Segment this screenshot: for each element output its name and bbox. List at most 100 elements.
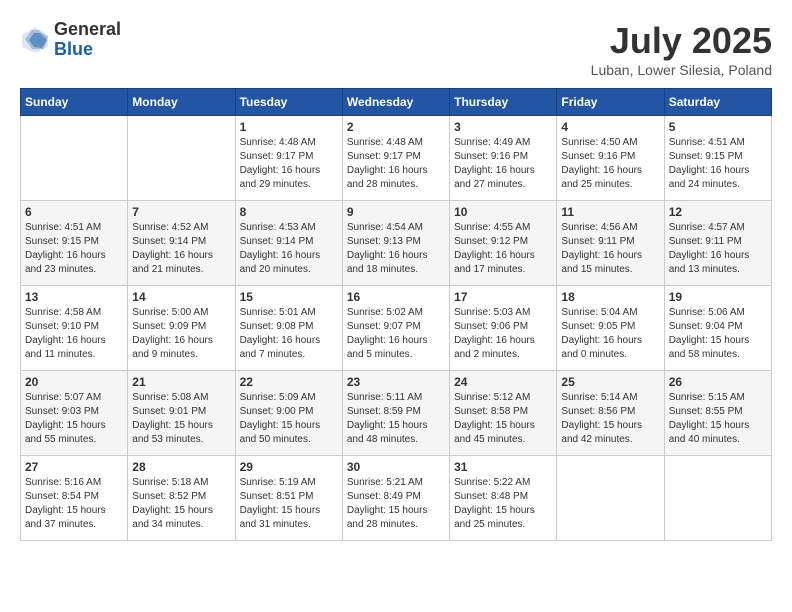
day-number: 1 — [240, 120, 338, 134]
cell-week2-day3: 9Sunrise: 4:54 AM Sunset: 9:13 PM Daylig… — [342, 201, 449, 286]
cell-week5-day2: 29 Sunrise: 5:19 AM Sunset: 8:51 PM Dayli… — [235, 456, 342, 541]
cell-week5-day3: 30Sunrise: 5:21 AM Sunset: 8:49 PM Dayli… — [342, 456, 449, 541]
calendar-body: 1 Sunrise: 4:48 AM Sunset: 9:17 PM Daylig… — [21, 116, 772, 541]
cell-week4-day6: 26 Sunrise: 5:15 AM Sunset: 8:55 PM Dayli… — [664, 371, 771, 456]
cell-week4-day2: 22 Sunrise: 5:09 AM Sunset: 9:00 PM Dayli… — [235, 371, 342, 456]
day-info: Sunrise: 4:54 AM Sunset: 9:13 PM Dayligh… — [347, 221, 445, 277]
week-row-5: 27Sunrise: 5:16 AM Sunset: 8:54 PM Dayli… — [21, 456, 772, 541]
cell-week2-day6: 12 Sunrise: 4:57 AM Sunset: 9:11 PM Dayli… — [664, 201, 771, 286]
day-info: Sunrise: 4:48 AM Sunset: 9:17 PM Dayligh… — [347, 136, 445, 192]
logo-general-text: General — [54, 20, 121, 40]
col-sunday: Sunday — [21, 89, 128, 116]
title-area: July 2025 Luban, Lower Silesia, Poland — [591, 20, 772, 78]
cell-week5-day6 — [664, 456, 771, 541]
cell-week5-day0: 27Sunrise: 5:16 AM Sunset: 8:54 PM Dayli… — [21, 456, 128, 541]
cell-week3-day0: 13 Sunrise: 4:58 AM Sunset: 9:10 PM Dayli… — [21, 286, 128, 371]
day-info: Sunrise: 5:09 AM Sunset: 9:00 PM Dayligh… — [240, 391, 338, 447]
cell-week3-day6: 19 Sunrise: 5:06 AM Sunset: 9:04 PM Dayli… — [664, 286, 771, 371]
cell-week3-day2: 15Sunrise: 5:01 AM Sunset: 9:08 PM Dayli… — [235, 286, 342, 371]
col-tuesday: Tuesday — [235, 89, 342, 116]
header-row: Sunday Monday Tuesday Wednesday Thursday… — [21, 89, 772, 116]
day-info: Sunrise: 4:58 AM Sunset: 9:10 PM Dayligh… — [25, 306, 123, 362]
cell-week3-day1: 14Sunrise: 5:00 AM Sunset: 9:09 PM Dayli… — [128, 286, 235, 371]
day-info: Sunrise: 5:08 AM Sunset: 9:01 PM Dayligh… — [132, 391, 230, 447]
day-number: 31 — [454, 460, 552, 474]
day-info: Sunrise: 4:56 AM Sunset: 9:11 PM Dayligh… — [561, 221, 659, 277]
day-number: 27 — [25, 460, 123, 474]
day-number: 20 — [25, 375, 123, 389]
day-info: Sunrise: 4:48 AM Sunset: 9:17 PM Dayligh… — [240, 136, 338, 192]
cell-week3-day3: 16Sunrise: 5:02 AM Sunset: 9:07 PM Dayli… — [342, 286, 449, 371]
month-title: July 2025 — [591, 20, 772, 62]
day-number: 30 — [347, 460, 445, 474]
day-number: 17 — [454, 290, 552, 304]
day-info: Sunrise: 5:22 AM Sunset: 8:48 PM Dayligh… — [454, 476, 552, 532]
cell-week1-day4: 3 Sunrise: 4:49 AM Sunset: 9:16 PM Daylig… — [450, 116, 557, 201]
cell-week5-day5 — [557, 456, 664, 541]
col-friday: Friday — [557, 89, 664, 116]
week-row-4: 20 Sunrise: 5:07 AM Sunset: 9:03 PM Dayli… — [21, 371, 772, 456]
day-number: 12 — [669, 205, 767, 219]
day-info: Sunrise: 4:49 AM Sunset: 9:16 PM Dayligh… — [454, 136, 552, 192]
cell-week1-day5: 4 Sunrise: 4:50 AM Sunset: 9:16 PM Daylig… — [557, 116, 664, 201]
day-number: 26 — [669, 375, 767, 389]
cell-week4-day0: 20 Sunrise: 5:07 AM Sunset: 9:03 PM Dayli… — [21, 371, 128, 456]
cell-week1-day3: 2Sunrise: 4:48 AM Sunset: 9:17 PM Daylig… — [342, 116, 449, 201]
calendar-table: Sunday Monday Tuesday Wednesday Thursday… — [20, 88, 772, 541]
day-number: 11 — [561, 205, 659, 219]
day-number: 7 — [132, 205, 230, 219]
logo-blue-text: Blue — [54, 40, 121, 60]
cell-week2-day5: 11 Sunrise: 4:56 AM Sunset: 9:11 PM Dayli… — [557, 201, 664, 286]
day-number: 24 — [454, 375, 552, 389]
cell-week4-day1: 21Sunrise: 5:08 AM Sunset: 9:01 PM Dayli… — [128, 371, 235, 456]
day-info: Sunrise: 5:02 AM Sunset: 9:07 PM Dayligh… — [347, 306, 445, 362]
day-info: Sunrise: 5:06 AM Sunset: 9:04 PM Dayligh… — [669, 306, 767, 362]
day-number: 19 — [669, 290, 767, 304]
day-number: 29 — [240, 460, 338, 474]
day-info: Sunrise: 5:18 AM Sunset: 8:52 PM Dayligh… — [132, 476, 230, 532]
col-thursday: Thursday — [450, 89, 557, 116]
cell-week1-day2: 1 Sunrise: 4:48 AM Sunset: 9:17 PM Daylig… — [235, 116, 342, 201]
day-info: Sunrise: 5:19 AM Sunset: 8:51 PM Dayligh… — [240, 476, 338, 532]
col-monday: Monday — [128, 89, 235, 116]
day-number: 5 — [669, 120, 767, 134]
day-number: 25 — [561, 375, 659, 389]
day-info: Sunrise: 4:51 AM Sunset: 9:15 PM Dayligh… — [25, 221, 123, 277]
col-saturday: Saturday — [664, 89, 771, 116]
day-number: 15 — [240, 290, 338, 304]
cell-week5-day4: 31 Sunrise: 5:22 AM Sunset: 8:48 PM Dayli… — [450, 456, 557, 541]
day-number: 28 — [132, 460, 230, 474]
cell-week3-day5: 18Sunrise: 5:04 AM Sunset: 9:05 PM Dayli… — [557, 286, 664, 371]
day-number: 10 — [454, 205, 552, 219]
cell-week1-day6: 5 Sunrise: 4:51 AM Sunset: 9:15 PM Daylig… — [664, 116, 771, 201]
calendar-header: Sunday Monday Tuesday Wednesday Thursday… — [21, 89, 772, 116]
day-number: 14 — [132, 290, 230, 304]
day-info: Sunrise: 4:53 AM Sunset: 9:14 PM Dayligh… — [240, 221, 338, 277]
header: General Blue July 2025 Luban, Lower Sile… — [20, 20, 772, 78]
cell-week1-day0 — [21, 116, 128, 201]
day-number: 22 — [240, 375, 338, 389]
logo: General Blue — [20, 20, 121, 60]
week-row-1: 1 Sunrise: 4:48 AM Sunset: 9:17 PM Daylig… — [21, 116, 772, 201]
location-title: Luban, Lower Silesia, Poland — [591, 62, 772, 78]
day-info: Sunrise: 4:57 AM Sunset: 9:11 PM Dayligh… — [669, 221, 767, 277]
day-info: Sunrise: 4:50 AM Sunset: 9:16 PM Dayligh… — [561, 136, 659, 192]
day-info: Sunrise: 4:51 AM Sunset: 9:15 PM Dayligh… — [669, 136, 767, 192]
day-number: 13 — [25, 290, 123, 304]
cell-week4-day4: 24Sunrise: 5:12 AM Sunset: 8:58 PM Dayli… — [450, 371, 557, 456]
cell-week4-day3: 23 Sunrise: 5:11 AM Sunset: 8:59 PM Dayli… — [342, 371, 449, 456]
cell-week1-day1 — [128, 116, 235, 201]
day-number: 23 — [347, 375, 445, 389]
logo-icon — [20, 25, 50, 55]
day-number: 4 — [561, 120, 659, 134]
day-number: 18 — [561, 290, 659, 304]
day-info: Sunrise: 5:07 AM Sunset: 9:03 PM Dayligh… — [25, 391, 123, 447]
day-info: Sunrise: 5:15 AM Sunset: 8:55 PM Dayligh… — [669, 391, 767, 447]
day-info: Sunrise: 4:55 AM Sunset: 9:12 PM Dayligh… — [454, 221, 552, 277]
cell-week5-day1: 28 Sunrise: 5:18 AM Sunset: 8:52 PM Dayli… — [128, 456, 235, 541]
day-number: 3 — [454, 120, 552, 134]
day-info: Sunrise: 5:11 AM Sunset: 8:59 PM Dayligh… — [347, 391, 445, 447]
day-info: Sunrise: 5:03 AM Sunset: 9:06 PM Dayligh… — [454, 306, 552, 362]
cell-week2-day2: 8Sunrise: 4:53 AM Sunset: 9:14 PM Daylig… — [235, 201, 342, 286]
day-info: Sunrise: 5:14 AM Sunset: 8:56 PM Dayligh… — [561, 391, 659, 447]
